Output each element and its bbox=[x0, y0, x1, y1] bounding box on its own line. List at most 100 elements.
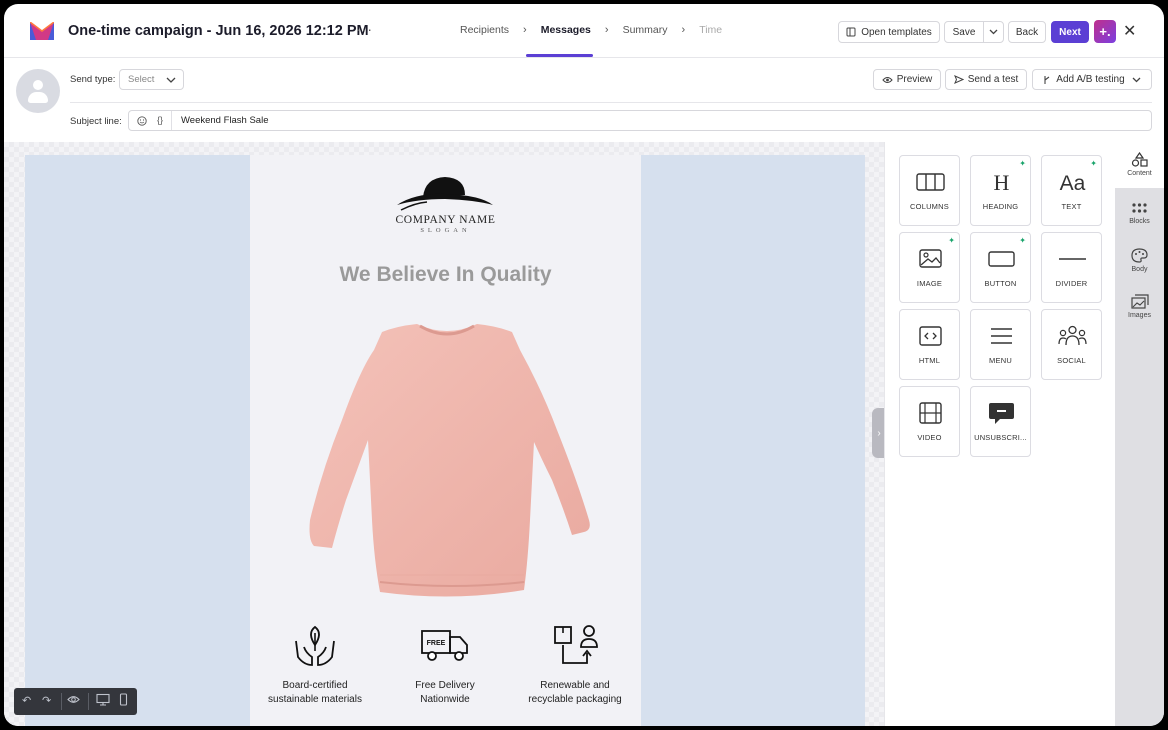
block-label: BUTTON bbox=[984, 279, 1017, 288]
rail-images[interactable]: Images bbox=[1115, 288, 1164, 328]
feature-item[interactable]: Board-certified sustainable materials bbox=[250, 623, 380, 707]
block-social[interactable]: SOCIAL bbox=[1041, 309, 1102, 380]
block-image[interactable]: ✦ IMAGE bbox=[899, 232, 960, 303]
step-time[interactable]: Time bbox=[699, 24, 722, 36]
app-logo-icon bbox=[30, 22, 54, 40]
rail-blocks[interactable]: Blocks bbox=[1115, 196, 1164, 236]
template-icon bbox=[846, 27, 856, 37]
send-test-button[interactable]: Send a test bbox=[945, 69, 1027, 90]
ai-sparkle-icon: ✦ bbox=[1019, 236, 1026, 245]
feature-text: Free Delivery Nationwide bbox=[380, 679, 510, 707]
side-rail: Content Blocks Body Images bbox=[1115, 142, 1164, 726]
step-recipients[interactable]: Recipients bbox=[460, 24, 509, 36]
feature-text: Board-certified sustainable materials bbox=[250, 679, 380, 707]
ai-sparkle-icon: ✦ bbox=[948, 236, 955, 245]
send-type-select[interactable]: Select bbox=[119, 69, 184, 90]
rail-content[interactable]: Content bbox=[1115, 142, 1164, 188]
send-icon bbox=[953, 75, 964, 84]
block-heading[interactable]: ✦ H HEADING bbox=[970, 155, 1031, 226]
free-badge-text: FREE bbox=[427, 640, 446, 647]
image-icon bbox=[919, 249, 942, 268]
save-button[interactable]: Save bbox=[944, 21, 984, 43]
subject-line-input[interactable]: {} Weekend Flash Sale bbox=[128, 110, 1152, 131]
email-preview[interactable]: COMPANY NAME SLOGAN We Believe In Qualit… bbox=[25, 155, 865, 726]
ai-assistant-button[interactable]: +. bbox=[1094, 20, 1116, 43]
avatar-body-shape bbox=[28, 92, 48, 103]
block-text[interactable]: ✦ Aa TEXT bbox=[1041, 155, 1102, 226]
emoji-icon[interactable] bbox=[137, 116, 147, 126]
active-step-indicator bbox=[526, 54, 593, 57]
personalization-braces-icon[interactable]: {} bbox=[157, 115, 163, 125]
feature-row: Board-certified sustainable materials FR… bbox=[250, 623, 641, 723]
block-label: DIVIDER bbox=[1055, 279, 1088, 288]
heading-icon: H bbox=[994, 170, 1010, 194]
blocks-grid-icon bbox=[1132, 203, 1147, 213]
block-menu[interactable]: MENU bbox=[970, 309, 1031, 380]
block-label: IMAGE bbox=[916, 279, 943, 288]
chevron-right-icon: › bbox=[523, 24, 527, 36]
sender-avatar[interactable] bbox=[16, 69, 60, 113]
sweater-product-image[interactable] bbox=[302, 320, 592, 600]
block-label: VIDEO bbox=[917, 433, 942, 442]
save-label: Save bbox=[952, 26, 976, 38]
svg-text:Aa: Aa bbox=[1060, 172, 1086, 194]
block-divider[interactable]: DIVIDER bbox=[1041, 232, 1102, 303]
subject-separator bbox=[171, 111, 172, 130]
preview-button[interactable]: Preview bbox=[873, 69, 941, 90]
editor-canvas[interactable]: COMPANY NAME SLOGAN We Believe In Qualit… bbox=[4, 142, 884, 726]
ab-testing-button[interactable]: Add A/B testing bbox=[1032, 69, 1152, 90]
block-label: MENU bbox=[989, 356, 1012, 365]
ab-testing-label: Add A/B testing bbox=[1056, 74, 1125, 85]
feature-item[interactable]: Renewable and recyclable packaging bbox=[510, 623, 640, 707]
rail-label: Images bbox=[1128, 312, 1151, 319]
columns-icon bbox=[916, 173, 945, 191]
split-icon bbox=[1044, 75, 1050, 84]
block-label: HEADING bbox=[982, 202, 1019, 211]
more-options-button[interactable]: ··· bbox=[356, 21, 373, 37]
block-label: SOCIAL bbox=[1057, 356, 1086, 365]
back-label: Back bbox=[1015, 26, 1039, 38]
button-icon bbox=[988, 251, 1015, 267]
undo-icon[interactable]: ↶ bbox=[22, 694, 31, 707]
close-icon[interactable]: ✕ bbox=[1123, 21, 1136, 41]
chevron-down-icon bbox=[989, 29, 998, 35]
step-summary[interactable]: Summary bbox=[623, 24, 668, 36]
email-headline[interactable]: We Believe In Quality bbox=[250, 263, 641, 287]
package-person-icon bbox=[554, 625, 598, 664]
chevron-right-icon: › bbox=[604, 24, 609, 36]
preview-eye-icon[interactable] bbox=[67, 693, 80, 709]
toolbar-separator bbox=[88, 693, 89, 710]
feature-line: recyclable packaging bbox=[528, 694, 622, 705]
block-button[interactable]: ✦ BUTTON bbox=[970, 232, 1031, 303]
block-video[interactable]: VIDEO bbox=[899, 386, 960, 457]
feature-text: Renewable and recyclable packaging bbox=[510, 679, 640, 707]
block-columns[interactable]: COLUMNS bbox=[899, 155, 960, 226]
top-bar: One-time campaign - Jun 16, 2026 12:12 P… bbox=[4, 4, 1164, 58]
chevron-right-icon: › bbox=[877, 427, 881, 439]
rail-label: Content bbox=[1127, 170, 1152, 177]
open-templates-label: Open templates bbox=[861, 26, 932, 38]
block-unsubscribe[interactable]: UNSUBSCRI... bbox=[970, 386, 1031, 457]
open-templates-button[interactable]: Open templates bbox=[838, 21, 940, 43]
redo-icon[interactable]: ↷ bbox=[42, 694, 51, 707]
block-html[interactable]: HTML bbox=[899, 309, 960, 380]
step-messages[interactable]: Messages bbox=[541, 24, 591, 36]
rail-body[interactable]: Body bbox=[1115, 242, 1164, 282]
divider-icon bbox=[1059, 258, 1086, 260]
send-type-label: Send type: bbox=[70, 74, 116, 85]
feature-item[interactable]: FREE Free Delivery Nationwide bbox=[380, 623, 510, 707]
hat-logo-icon[interactable] bbox=[395, 175, 495, 213]
save-options-dropdown[interactable] bbox=[983, 21, 1004, 43]
next-button[interactable]: Next bbox=[1051, 21, 1089, 43]
toolbar-separator bbox=[61, 693, 62, 710]
email-content-column[interactable]: COMPANY NAME SLOGAN We Believe In Qualit… bbox=[250, 155, 641, 726]
company-slogan[interactable]: SLOGAN bbox=[250, 227, 641, 234]
subject-line-label: Subject line: bbox=[70, 116, 122, 127]
company-name[interactable]: COMPANY NAME bbox=[250, 214, 641, 226]
next-label: Next bbox=[1059, 26, 1081, 38]
preview-label: Preview bbox=[896, 74, 933, 85]
mobile-view-icon[interactable] bbox=[119, 693, 128, 709]
chevron-down-icon bbox=[1132, 77, 1141, 82]
desktop-view-icon[interactable] bbox=[96, 693, 110, 709]
back-button[interactable]: Back bbox=[1008, 21, 1046, 43]
